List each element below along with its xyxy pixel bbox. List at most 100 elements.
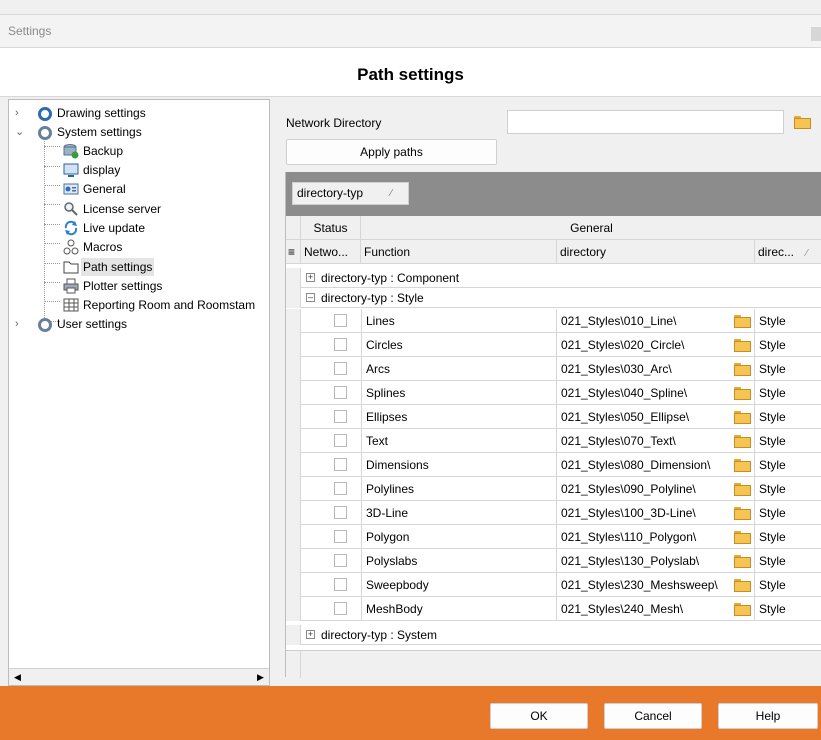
row-indicator[interactable] xyxy=(286,549,301,573)
chevron-right-icon[interactable]: › xyxy=(15,315,25,333)
browse-folder-icon[interactable] xyxy=(734,507,751,520)
row-indicator[interactable] xyxy=(286,597,301,621)
tree-item-path-settings[interactable]: Path settings xyxy=(63,258,263,276)
browse-folder-icon[interactable] xyxy=(734,531,751,544)
scroll-left-icon[interactable]: ◀ xyxy=(9,669,26,685)
col-dirtype[interactable]: direc... ∕ xyxy=(755,240,821,264)
directory-cell[interactable]: 021_Styles\130_Polyslab\ xyxy=(557,549,755,573)
browse-folder-icon[interactable] xyxy=(734,555,751,568)
collapse-icon[interactable]: – xyxy=(306,293,315,302)
browse-folder-icon[interactable] xyxy=(734,315,751,328)
tree-item-macros[interactable]: Macros xyxy=(63,238,263,256)
table-row[interactable]: Polygon 021_Styles\110_Polygon\ Style xyxy=(286,525,821,549)
tree-item-reporting-room[interactable]: Reporting Room and Roomstam xyxy=(63,296,269,314)
row-indicator[interactable] xyxy=(286,309,301,333)
network-checkbox[interactable] xyxy=(334,410,347,423)
network-checkbox[interactable] xyxy=(334,554,347,567)
network-checkbox[interactable] xyxy=(334,362,347,375)
directory-cell[interactable]: 021_Styles\110_Polygon\ xyxy=(557,525,755,549)
table-row[interactable]: 3D-Line 021_Styles\100_3D-Line\ Style xyxy=(286,501,821,525)
row-indicator[interactable] xyxy=(286,429,301,453)
browse-folder-icon[interactable] xyxy=(734,459,751,472)
browse-folder-icon[interactable] xyxy=(794,116,811,129)
col-function[interactable]: Function xyxy=(361,240,557,264)
directory-cell[interactable]: 021_Styles\230_Meshsweep\ xyxy=(557,573,755,597)
network-checkbox[interactable] xyxy=(334,578,347,591)
browse-folder-icon[interactable] xyxy=(734,387,751,400)
expand-icon[interactable]: + xyxy=(306,273,315,282)
table-row[interactable]: Dimensions 021_Styles\080_Dimension\ Style xyxy=(286,453,821,477)
directory-cell[interactable]: 021_Styles\050_Ellipse\ xyxy=(557,405,755,429)
col-directory[interactable]: directory xyxy=(557,240,755,264)
table-row[interactable]: Text 021_Styles\070_Text\ Style xyxy=(286,429,821,453)
network-checkbox[interactable] xyxy=(334,434,347,447)
table-row[interactable]: MeshBody 021_Styles\240_Mesh\ Style xyxy=(286,597,821,621)
row-indicator[interactable] xyxy=(286,573,301,597)
tree-item-license-server[interactable]: License server xyxy=(63,200,263,218)
browse-folder-icon[interactable] xyxy=(734,579,751,592)
tree-item-system-settings[interactable]: ⌄ System settings xyxy=(15,123,265,141)
directory-cell[interactable]: 021_Styles\080_Dimension\ xyxy=(557,453,755,477)
tree-item-user-settings[interactable]: › User settings xyxy=(15,315,265,333)
apply-paths-button[interactable]: Apply paths xyxy=(286,139,497,165)
table-row[interactable]: Arcs 021_Styles\030_Arc\ Style xyxy=(286,357,821,381)
tree-item-general[interactable]: General xyxy=(63,180,263,198)
row-indicator[interactable] xyxy=(286,333,301,357)
directory-cell[interactable]: 021_Styles\020_Circle\ xyxy=(557,333,755,357)
row-indicator[interactable] xyxy=(286,405,301,429)
tree-item-plotter-settings[interactable]: Plotter settings xyxy=(63,277,263,295)
browse-folder-icon[interactable] xyxy=(734,435,751,448)
cancel-button[interactable]: Cancel xyxy=(604,703,702,729)
close-button[interactable] xyxy=(811,27,821,41)
network-directory-input[interactable] xyxy=(507,110,784,134)
table-row[interactable]: Lines 021_Styles\010_Line\ Style xyxy=(286,309,821,333)
tree-item-drawing-settings[interactable]: › Drawing settings xyxy=(15,104,265,122)
row-indicator[interactable] xyxy=(286,477,301,501)
ok-button[interactable]: OK xyxy=(490,703,588,729)
directory-cell[interactable]: 021_Styles\090_Polyline\ xyxy=(557,477,755,501)
table-row[interactable]: Splines 021_Styles\040_Spline\ Style xyxy=(286,381,821,405)
group-row-component[interactable]: + directory-typ : Component xyxy=(286,268,821,288)
network-checkbox[interactable] xyxy=(334,530,347,543)
col-network[interactable]: Netwo... xyxy=(301,240,361,264)
row-indicator[interactable] xyxy=(286,525,301,549)
browse-folder-icon[interactable] xyxy=(734,411,751,424)
chevron-right-icon[interactable]: › xyxy=(15,104,25,122)
column-chooser-icon[interactable]: ≡ xyxy=(286,240,301,264)
row-indicator[interactable] xyxy=(286,357,301,381)
tree-horizontal-scrollbar[interactable]: ◀ ▶ xyxy=(9,668,269,685)
row-indicator[interactable] xyxy=(286,501,301,525)
scroll-thumb[interactable] xyxy=(27,671,247,683)
group-chip-directory-typ[interactable]: directory-typ ∕ xyxy=(292,182,409,205)
network-checkbox[interactable] xyxy=(334,602,347,615)
browse-folder-icon[interactable] xyxy=(734,363,751,376)
browse-folder-icon[interactable] xyxy=(734,483,751,496)
row-indicator[interactable] xyxy=(286,453,301,477)
network-checkbox[interactable] xyxy=(334,458,347,471)
network-checkbox[interactable] xyxy=(334,506,347,519)
directory-cell[interactable]: 021_Styles\070_Text\ xyxy=(557,429,755,453)
table-row[interactable]: Polylines 021_Styles\090_Polyline\ Style xyxy=(286,477,821,501)
network-checkbox[interactable] xyxy=(334,314,347,327)
table-row[interactable]: Ellipses 021_Styles\050_Ellipse\ Style xyxy=(286,405,821,429)
tree-item-live-update[interactable]: Live update xyxy=(63,219,263,237)
directory-cell[interactable]: 021_Styles\040_Spline\ xyxy=(557,381,755,405)
help-button[interactable]: Help xyxy=(718,703,818,729)
network-checkbox[interactable] xyxy=(334,338,347,351)
directory-cell[interactable]: 021_Styles\030_Arc\ xyxy=(557,357,755,381)
table-row[interactable]: Circles 021_Styles\020_Circle\ Style xyxy=(286,333,821,357)
tree-item-backup[interactable]: Backup xyxy=(63,142,263,160)
browse-folder-icon[interactable] xyxy=(734,603,751,616)
scroll-right-icon[interactable]: ▶ xyxy=(252,669,269,685)
directory-cell[interactable]: 021_Styles\100_3D-Line\ xyxy=(557,501,755,525)
directory-cell[interactable]: 021_Styles\010_Line\ xyxy=(557,309,755,333)
group-row-system[interactable]: + directory-typ : System xyxy=(286,625,821,645)
table-row[interactable]: Sweepbody 021_Styles\230_Meshsweep\ Style xyxy=(286,573,821,597)
network-checkbox[interactable] xyxy=(334,482,347,495)
browse-folder-icon[interactable] xyxy=(734,339,751,352)
chevron-down-icon[interactable]: ⌄ xyxy=(15,123,25,141)
directory-cell[interactable]: 021_Styles\240_Mesh\ xyxy=(557,597,755,621)
row-indicator[interactable] xyxy=(286,381,301,405)
table-row[interactable]: Polyslabs 021_Styles\130_Polyslab\ Style xyxy=(286,549,821,573)
tree-item-display[interactable]: display xyxy=(63,161,263,179)
